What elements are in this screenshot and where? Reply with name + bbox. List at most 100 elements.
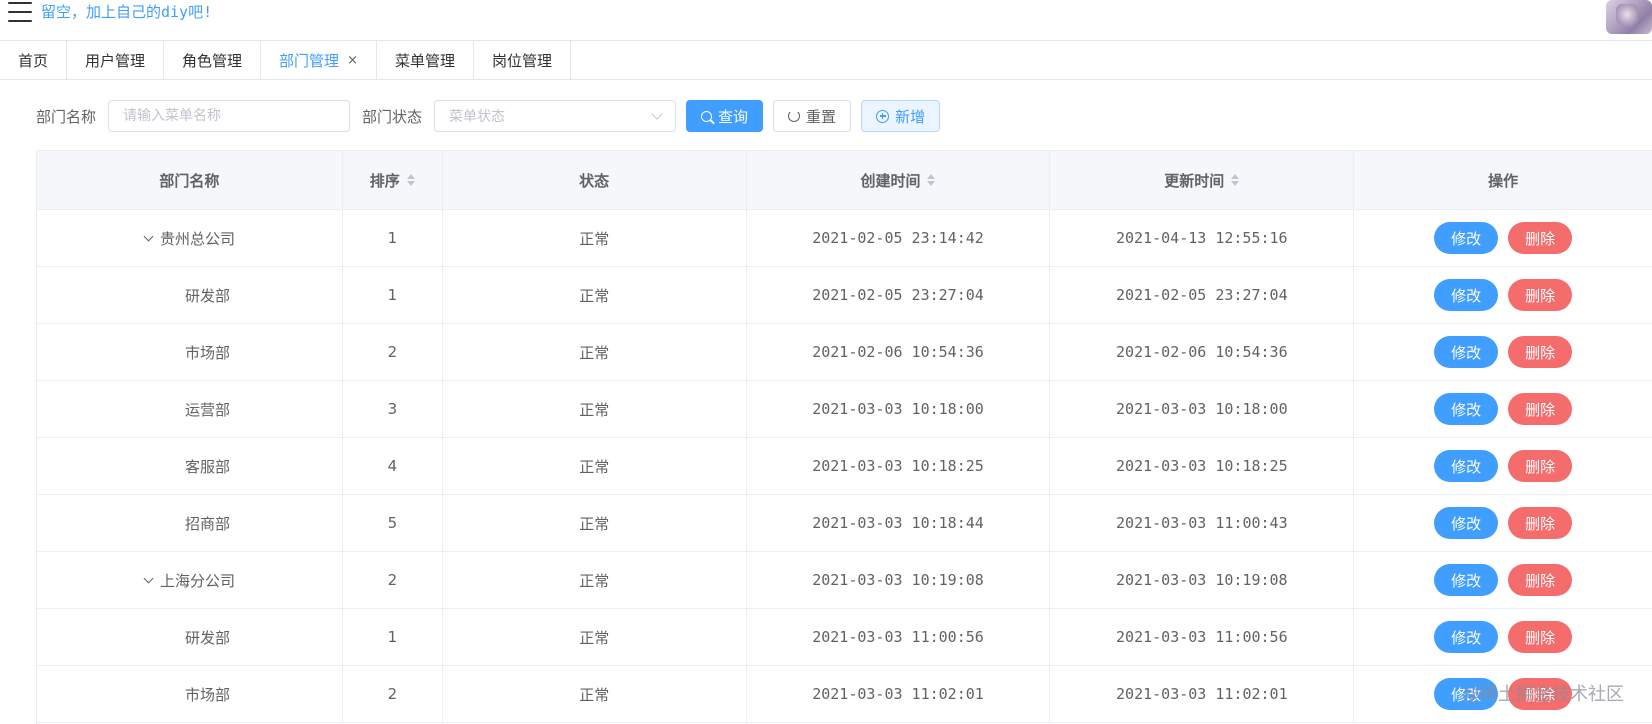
refresh-icon bbox=[788, 110, 801, 122]
updated-time-cell: 2021-03-03 11:00:43 bbox=[1050, 495, 1355, 551]
actions-cell: 修改 删除 bbox=[1354, 495, 1652, 551]
query-button[interactable]: 查询 bbox=[686, 100, 764, 132]
edit-button[interactable]: 修改 bbox=[1434, 279, 1499, 311]
order-cell: 1 bbox=[343, 210, 443, 266]
status-cell: 正常 bbox=[443, 267, 747, 323]
order-cell: 3 bbox=[343, 381, 443, 437]
dept-name-cell: 研发部 bbox=[37, 609, 343, 665]
chevron-down-icon[interactable] bbox=[143, 231, 154, 241]
delete-button[interactable]: 删除 bbox=[1508, 222, 1573, 254]
delete-button[interactable]: 删除 bbox=[1508, 336, 1573, 368]
tab-menu-management[interactable]: 菜单管理 bbox=[377, 41, 474, 80]
edit-button[interactable]: 修改 bbox=[1434, 336, 1499, 368]
updated-time-cell: 2021-02-05 23:27:04 bbox=[1050, 267, 1355, 323]
dept-name-cell: 招商部 bbox=[37, 495, 343, 551]
sort-icon[interactable] bbox=[927, 174, 936, 186]
actions-cell: 修改 删除 bbox=[1354, 267, 1652, 323]
order-cell: 2 bbox=[343, 552, 443, 608]
add-button[interactable]: 新增 bbox=[861, 100, 941, 132]
tab-role-management[interactable]: 角色管理 bbox=[164, 41, 262, 80]
tab-label: 首页 bbox=[18, 52, 49, 70]
created-time-cell: 2021-02-05 23:27:04 bbox=[747, 267, 1051, 323]
actions-cell: 修改 删除 bbox=[1354, 324, 1652, 380]
close-icon[interactable]: × bbox=[347, 53, 358, 68]
query-button-label: 查询 bbox=[718, 107, 749, 126]
dept-name-input[interactable] bbox=[108, 100, 351, 132]
department-table: 部门名称 排序 状态 创建时间 更新时间 操作 贵州总公司 1 正常 2021-… bbox=[36, 150, 1652, 724]
created-time-cell: 2021-03-03 11:02:01 bbox=[747, 666, 1051, 722]
delete-button[interactable]: 删除 bbox=[1508, 393, 1573, 425]
edit-button[interactable]: 修改 bbox=[1434, 564, 1499, 596]
edit-button[interactable]: 修改 bbox=[1434, 393, 1499, 425]
table-row: 市场部 2 正常 2021-02-06 10:54:36 2021-02-06 … bbox=[37, 324, 1652, 381]
order-cell: 1 bbox=[343, 267, 443, 323]
edit-button[interactable]: 修改 bbox=[1434, 222, 1499, 254]
chevron-down-icon[interactable] bbox=[143, 573, 154, 583]
created-time-cell: 2021-02-05 23:14:42 bbox=[747, 210, 1051, 266]
dept-name-label: 部门名称 bbox=[36, 107, 97, 126]
column-header-updated[interactable]: 更新时间 bbox=[1050, 151, 1355, 209]
tab-bar: 首页 用户管理 角色管理 部门管理 × 菜单管理 岗位管理 bbox=[0, 40, 1652, 80]
edit-button[interactable]: 修改 bbox=[1434, 507, 1499, 539]
order-cell: 5 bbox=[343, 495, 443, 551]
updated-time-cell: 2021-03-03 10:18:00 bbox=[1050, 381, 1355, 437]
edit-button[interactable]: 修改 bbox=[1434, 621, 1499, 653]
column-header-created[interactable]: 创建时间 bbox=[747, 151, 1051, 209]
table-row: 客服部 4 正常 2021-03-03 10:18:25 2021-03-03 … bbox=[37, 438, 1652, 495]
order-cell: 4 bbox=[343, 438, 443, 494]
status-cell: 正常 bbox=[443, 609, 747, 665]
order-cell: 1 bbox=[343, 609, 443, 665]
delete-button[interactable]: 删除 bbox=[1508, 678, 1573, 710]
dept-name-cell: 市场部 bbox=[37, 324, 343, 380]
status-cell: 正常 bbox=[443, 666, 747, 722]
delete-button[interactable]: 删除 bbox=[1508, 450, 1573, 482]
tab-post-management[interactable]: 岗位管理 bbox=[474, 41, 571, 80]
table-row: 市场部 2 正常 2021-03-03 11:02:01 2021-03-03 … bbox=[37, 666, 1652, 723]
created-time-cell: 2021-02-06 10:54:36 bbox=[747, 324, 1051, 380]
sort-icon[interactable] bbox=[1231, 174, 1240, 186]
reset-button-label: 重置 bbox=[806, 107, 837, 126]
table-header: 部门名称 排序 状态 创建时间 更新时间 操作 bbox=[37, 151, 1652, 210]
hamburger-menu-icon[interactable] bbox=[8, 2, 32, 22]
dept-name-cell: 上海分公司 bbox=[37, 552, 343, 608]
created-time-cell: 2021-03-03 11:00:56 bbox=[747, 609, 1051, 665]
table-row: 贵州总公司 1 正常 2021-02-05 23:14:42 2021-04-1… bbox=[37, 210, 1652, 267]
updated-time-cell: 2021-03-03 11:02:01 bbox=[1050, 666, 1355, 722]
status-cell: 正常 bbox=[443, 438, 747, 494]
column-header-order[interactable]: 排序 bbox=[343, 151, 443, 209]
actions-cell: 修改 删除 bbox=[1354, 666, 1652, 722]
edit-button[interactable]: 修改 bbox=[1434, 450, 1499, 482]
dept-name-cell: 运营部 bbox=[37, 381, 343, 437]
tab-label: 角色管理 bbox=[182, 52, 243, 70]
dept-status-select[interactable]: 菜单状态 bbox=[434, 100, 677, 132]
actions-cell: 修改 删除 bbox=[1354, 609, 1652, 665]
actions-cell: 修改 删除 bbox=[1354, 381, 1652, 437]
user-avatar[interactable] bbox=[1606, 0, 1652, 34]
status-cell: 正常 bbox=[443, 495, 747, 551]
sort-icon[interactable] bbox=[406, 174, 415, 186]
delete-button[interactable]: 删除 bbox=[1508, 564, 1573, 596]
actions-cell: 修改 删除 bbox=[1354, 438, 1652, 494]
table-row: 招商部 5 正常 2021-03-03 10:18:44 2021-03-03 … bbox=[37, 495, 1652, 552]
table-row: 运营部 3 正常 2021-03-03 10:18:00 2021-03-03 … bbox=[37, 381, 1652, 438]
updated-time-cell: 2021-03-03 10:19:08 bbox=[1050, 552, 1355, 608]
tab-department-management[interactable]: 部门管理 × bbox=[261, 41, 377, 80]
tab-home[interactable]: 首页 bbox=[0, 41, 68, 80]
edit-button[interactable]: 修改 bbox=[1434, 678, 1499, 710]
delete-button[interactable]: 删除 bbox=[1508, 621, 1573, 653]
plus-circle-icon bbox=[876, 109, 890, 123]
tab-label: 部门管理 bbox=[279, 52, 340, 70]
actions-cell: 修改 删除 bbox=[1354, 210, 1652, 266]
chevron-down-icon bbox=[651, 108, 663, 120]
status-cell: 正常 bbox=[443, 381, 747, 437]
table-row: 研发部 1 正常 2021-03-03 11:00:56 2021-03-03 … bbox=[37, 609, 1652, 666]
reset-button[interactable]: 重置 bbox=[773, 100, 852, 132]
column-header-status: 状态 bbox=[443, 151, 747, 209]
tab-user-management[interactable]: 用户管理 bbox=[67, 41, 165, 80]
created-time-cell: 2021-03-03 10:18:25 bbox=[747, 438, 1051, 494]
dept-name-cell: 客服部 bbox=[37, 438, 343, 494]
add-button-label: 新增 bbox=[895, 107, 926, 126]
delete-button[interactable]: 删除 bbox=[1508, 279, 1573, 311]
delete-button[interactable]: 删除 bbox=[1508, 507, 1573, 539]
status-cell: 正常 bbox=[443, 210, 747, 266]
